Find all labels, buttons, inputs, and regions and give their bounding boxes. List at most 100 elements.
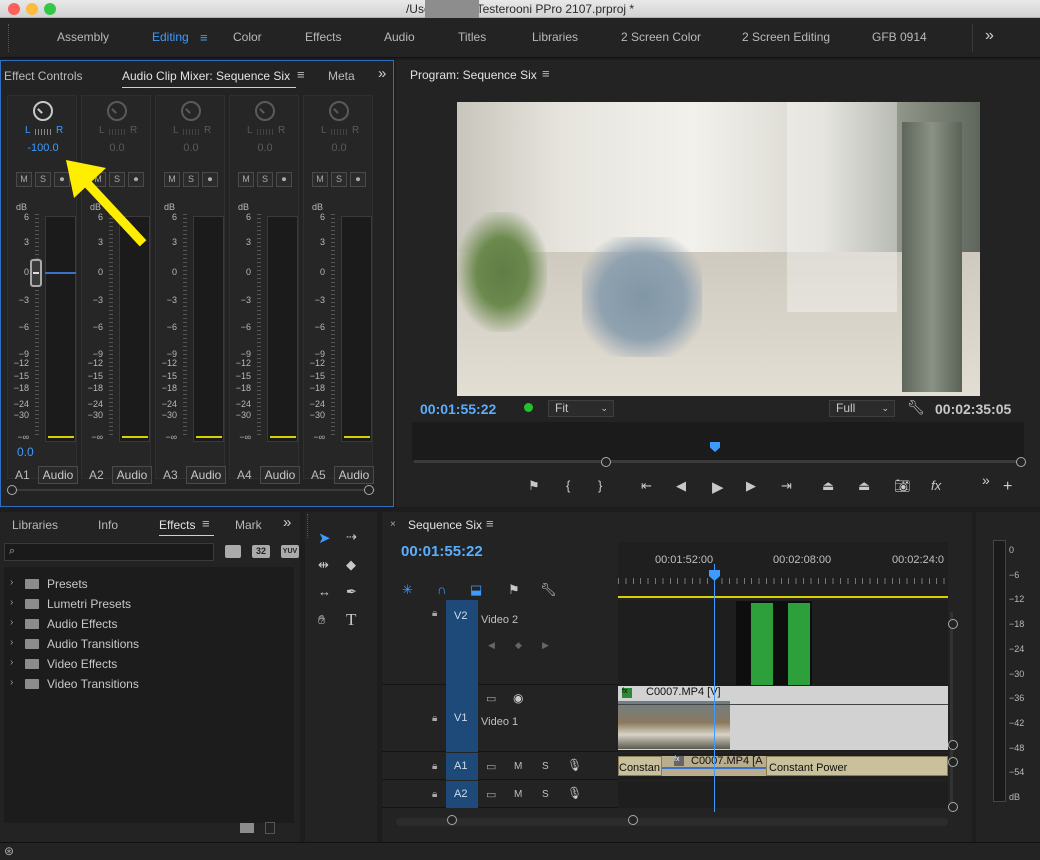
clip-v1[interactable]: fx C0007.MP4 [V] — [618, 686, 948, 750]
creative-cloud-icon[interactable]: ⊛ — [4, 844, 14, 858]
clip-a1[interactable]: Constan fx C0007.MP4 [A Constant Power — [618, 755, 948, 776]
tab-audio-clip-mixer[interactable]: Audio Clip Mixer: Sequence Six — [122, 69, 290, 83]
go-to-in-icon[interactable]: ⇤ — [641, 478, 652, 494]
close-tab-icon[interactable]: × — [390, 519, 396, 530]
mute-button[interactable]: M — [514, 761, 522, 772]
lift-icon[interactable]: ⏏ — [822, 478, 834, 494]
solo-button[interactable]: S — [542, 761, 549, 772]
solo-button[interactable]: S — [183, 172, 199, 187]
lock-icon[interactable]: 🔒︎ — [432, 789, 437, 800]
mute-button[interactable]: M — [514, 789, 522, 800]
fader-track[interactable] — [183, 214, 187, 436]
panel-overflow-icon[interactable]: » — [283, 514, 291, 531]
solo-button[interactable]: S — [331, 172, 347, 187]
add-marker-icon[interactable]: ⚑ — [508, 582, 520, 598]
horizontal-scrollbar[interactable] — [9, 489, 375, 491]
yuv-effects-icon[interactable]: YUV — [281, 545, 299, 558]
scroll-handle-left[interactable] — [7, 485, 17, 495]
ripple-edit-tool-icon[interactable]: ⇹ — [318, 557, 329, 573]
add-keyframe-icon[interactable]: ◆ — [515, 640, 522, 651]
sequence-tab[interactable]: Sequence Six — [408, 518, 482, 532]
record-button[interactable]: ⏺ — [202, 172, 218, 187]
lock-icon[interactable]: 🔒︎ — [432, 713, 437, 724]
play-icon[interactable]: ▶ — [712, 478, 724, 496]
camera-icon[interactable]: 📷︎ — [894, 478, 911, 494]
pen-tool-icon[interactable]: ✒︎ — [346, 584, 357, 600]
workspace-libraries[interactable]: Libraries — [532, 30, 578, 44]
mark-in-icon[interactable]: { — [566, 478, 570, 493]
add-marker-icon[interactable]: ⚑ — [528, 478, 540, 494]
overflow-icon[interactable]: » — [982, 472, 990, 488]
snap-icon[interactable]: ∩ — [437, 582, 446, 597]
effect-folder-row[interactable]: › Video Effects — [4, 657, 284, 675]
channel-name-field[interactable]: Audio — [112, 466, 152, 484]
accelerated-effects-icon[interactable] — [225, 545, 241, 558]
hand-tool-icon[interactable]: ✋︎ — [318, 612, 325, 628]
tab-effects[interactable]: Effects — [159, 518, 195, 532]
effects-search-input[interactable]: ⌕ — [4, 543, 214, 561]
workspace-2-screen-editing[interactable]: 2 Screen Editing — [742, 30, 830, 44]
step-back-icon[interactable]: ◀︎ — [676, 478, 686, 494]
tab-metadata[interactable]: Meta — [328, 69, 355, 83]
razor-tool-icon[interactable]: ◆ — [346, 557, 356, 573]
workspace-menu-icon[interactable]: ≡ — [200, 30, 208, 45]
pan-knob-icon[interactable] — [255, 101, 275, 121]
microphone-icon[interactable]: 🎙︎ — [567, 758, 582, 772]
channel-name-field[interactable]: Audio — [334, 466, 374, 484]
film-icon[interactable]: ▭ — [486, 692, 496, 705]
fader-track[interactable] — [257, 214, 261, 436]
eye-icon[interactable]: ◉ — [513, 691, 523, 705]
track-target-a1[interactable]: A1 — [446, 753, 478, 780]
chevron-right-icon[interactable]: › — [10, 657, 13, 668]
track-target-v1[interactable]: V1 — [446, 685, 478, 752]
workspace-2-screen-color[interactable]: 2 Screen Color — [621, 30, 701, 44]
program-monitor-title[interactable]: Program: Sequence Six — [410, 68, 537, 82]
effect-folder-row[interactable]: › Presets — [4, 577, 284, 595]
volume-fader-handle[interactable] — [30, 259, 42, 287]
solo-button[interactable]: S — [35, 172, 51, 187]
zoom-handle-left[interactable] — [601, 457, 611, 467]
track-target-v2[interactable]: V2 — [446, 600, 478, 685]
zoom-bar[interactable] — [414, 460, 1020, 463]
mute-button[interactable]: M — [164, 172, 180, 187]
vscroll-handle-bottom[interactable] — [948, 802, 958, 812]
nest-icon[interactable]: ✳︎ — [402, 582, 413, 598]
pan-knob-icon[interactable] — [107, 101, 127, 121]
effect-folder-row[interactable]: › Video Transitions — [4, 677, 284, 695]
track-lane-a2[interactable] — [618, 781, 948, 808]
32-bit-effects-icon[interactable]: 32 — [252, 545, 270, 558]
fader-track[interactable] — [35, 214, 39, 436]
pan-knob-icon[interactable] — [181, 101, 201, 121]
mute-button[interactable]: M — [16, 172, 32, 187]
effect-folder-row[interactable]: › Audio Effects — [4, 617, 284, 635]
track-select-tool-icon[interactable]: ⇢ — [346, 529, 357, 545]
workspace-gfb-0914[interactable]: GFB 0914 — [872, 30, 927, 44]
track-lane-a1[interactable]: Constan fx C0007.MP4 [A Constant Power — [618, 753, 948, 780]
mute-button[interactable]: M — [312, 172, 328, 187]
mute-button[interactable]: M — [238, 172, 254, 187]
effect-folder-row[interactable]: › Audio Transitions — [4, 637, 284, 655]
workspace-color[interactable]: Color — [233, 30, 262, 44]
record-button[interactable]: ⏺ — [276, 172, 292, 187]
pan-knob-icon[interactable] — [33, 101, 53, 121]
new-folder-icon[interactable] — [240, 823, 254, 833]
chevron-right-icon[interactable]: › — [10, 597, 13, 608]
track-lane-v2[interactable] — [618, 600, 948, 685]
mini-timeline[interactable] — [412, 422, 1024, 460]
solo-button[interactable]: S — [542, 789, 549, 800]
time-ruler[interactable]: 00:01:52:00 00:02:08:00 00:02:24:0 — [618, 542, 948, 598]
pan-value[interactable]: 0.0 — [304, 142, 374, 154]
tab-info[interactable]: Info — [98, 518, 118, 532]
pan-knob-icon[interactable] — [329, 101, 349, 121]
fader-track[interactable] — [331, 214, 335, 436]
workspace-overflow-icon[interactable]: » — [985, 27, 994, 45]
step-forward-icon[interactable]: ▶︎ — [746, 478, 756, 494]
solo-button[interactable]: S — [257, 172, 273, 187]
tab-markers[interactable]: Mark — [235, 518, 262, 532]
tab-effect-controls[interactable]: Effect Controls — [4, 69, 82, 83]
quality-select[interactable]: Full ⌄ — [829, 400, 895, 417]
timeline-zoom-handle-left[interactable] — [447, 815, 457, 825]
linked-selection-icon[interactable]: ⬓ — [470, 582, 482, 598]
channel-name-field[interactable]: Audio — [186, 466, 226, 484]
lock-icon[interactable]: 🔒︎ — [432, 608, 437, 619]
